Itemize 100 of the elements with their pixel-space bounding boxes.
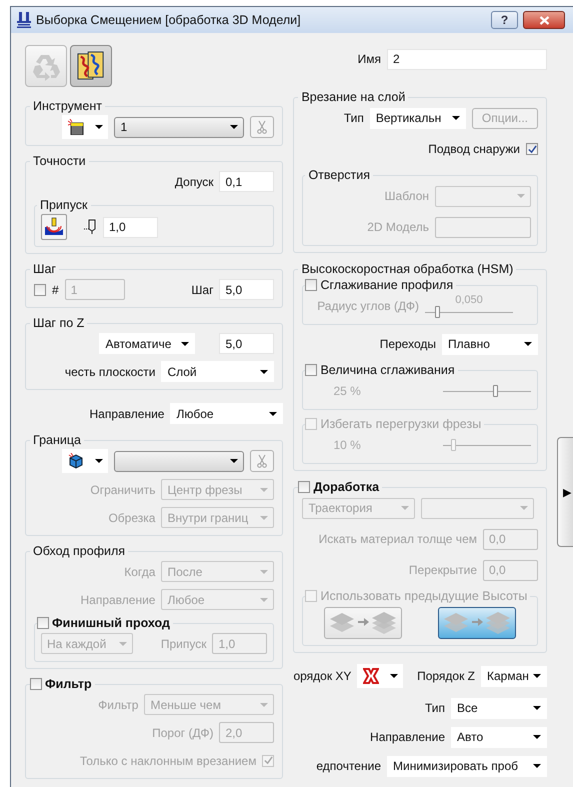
field-label: едпочтение — [316, 759, 381, 773]
caret-icon — [181, 342, 190, 346]
expand-tab[interactable]: ▶ — [557, 437, 573, 547]
slider-reading: 25 % — [332, 384, 361, 398]
caret-icon — [533, 735, 541, 739]
field-label: Переходы — [380, 337, 436, 351]
dropdown[interactable]: 1 — [114, 116, 244, 138]
field-label: Ограничить — [90, 482, 156, 496]
group-title: Шаг по Z — [32, 316, 86, 330]
slider-thumb[interactable] — [492, 385, 498, 397]
app-icon — [17, 12, 31, 28]
group-title: Обход профиля — [32, 544, 126, 558]
tool-icon — [68, 119, 84, 135]
caret-icon — [269, 412, 278, 416]
checkbox-label: Избегать перегрузки фрезы — [320, 417, 482, 431]
dropdown[interactable]: Автоматиче — [99, 333, 196, 354]
dropdown[interactable]: Минимизировать проб — [387, 756, 547, 776]
field-label: Фильтр — [98, 698, 138, 712]
tool-tip-icon — [83, 219, 97, 235]
dropdown[interactable]: Вертикальн — [370, 108, 466, 128]
slider-label: Радиус углов (ДФ) — [317, 299, 419, 313]
field-label: Когда — [124, 564, 156, 578]
group-title: Припуск — [39, 198, 89, 212]
caret-icon — [533, 674, 541, 678]
field-label: Направление — [89, 406, 164, 420]
group-title: Отверстия — [307, 168, 372, 182]
dropdown[interactable]: Любое — [170, 403, 284, 424]
caret-icon — [260, 598, 268, 602]
scissors-icon — [257, 120, 268, 134]
caret-icon — [119, 642, 127, 646]
input-field[interactable]: 1,0 — [103, 216, 158, 238]
checkbox[interactable] — [305, 364, 318, 376]
allowance-button[interactable] — [41, 214, 67, 240]
field-label: Имя — [358, 52, 381, 66]
checkbox-label: Фильтр — [45, 677, 92, 691]
checkbox-label: Доработка — [313, 480, 380, 494]
field-label: 2D Модель — [367, 220, 429, 234]
field-label: Порядок Z — [417, 669, 475, 683]
xy-order-dropdown[interactable] — [357, 664, 404, 688]
checkbox[interactable] — [298, 481, 310, 493]
checkbox-label: Финишный проход — [52, 616, 170, 630]
caret-icon — [260, 488, 268, 492]
scissors-icon — [257, 454, 268, 468]
field-label: Направление — [370, 730, 445, 744]
caret-icon — [390, 674, 398, 678]
caret-icon — [260, 702, 268, 706]
cross-pattern-icon — [363, 668, 380, 684]
input-field[interactable]: 0,1 — [219, 171, 274, 192]
caret-icon — [533, 764, 541, 768]
group-title: Точности — [32, 154, 87, 168]
help-button[interactable]: ? — [491, 11, 518, 29]
field-label: орядок XY — [293, 669, 352, 683]
field-label: Тип — [424, 701, 445, 715]
field-label: # — [52, 282, 59, 296]
field-label: Направление — [80, 592, 156, 606]
checkbox[interactable] — [526, 143, 538, 155]
input-field[interactable]: 5,0 — [219, 279, 274, 300]
group-title: Врезание на слой — [300, 90, 406, 104]
slider-thumb[interactable] — [435, 306, 440, 318]
checkbox[interactable] — [34, 284, 46, 296]
dropdown[interactable]: Слой — [161, 361, 274, 382]
window-title: Выборка Смещением [обработка 3D Модели] — [36, 13, 302, 27]
checkbox[interactable] — [305, 279, 318, 291]
caret-icon — [260, 570, 268, 574]
caret-icon — [95, 459, 104, 463]
checkbox-label: Сглаживание профиля — [320, 278, 454, 292]
field-label: Обрезка — [108, 510, 156, 524]
field-label: Допуск — [174, 174, 214, 188]
cube-icon — [68, 453, 84, 469]
dropdown[interactable]: Все — [451, 698, 547, 718]
dropdown[interactable]: Карман — [481, 666, 547, 686]
checkbox-label: Использовать предыдущие Высоты — [320, 589, 528, 603]
close-button[interactable] — [523, 11, 565, 29]
dropdown[interactable]: Авто — [451, 726, 547, 748]
group-title: Граница — [32, 433, 82, 447]
dropdown[interactable] — [114, 450, 244, 472]
caret-icon — [517, 194, 525, 198]
caret-icon — [520, 506, 528, 510]
caret-icon — [533, 706, 541, 710]
caret-icon — [260, 516, 268, 520]
boundary-dropdown[interactable] — [62, 449, 108, 473]
field-label: Искать материал толще чем — [318, 532, 477, 546]
input-field[interactable]: 5,0 — [219, 333, 274, 354]
field-label: Перекрытие — [408, 563, 477, 577]
toolbar-button[interactable] — [70, 45, 112, 87]
field-label: Припуск — [160, 636, 206, 650]
layers-icon — [328, 610, 398, 636]
caret-icon — [524, 342, 532, 346]
tool-dropdown[interactable] — [62, 115, 108, 139]
checkbox-label: Величина сглаживания — [320, 363, 455, 377]
caret-icon — [401, 506, 410, 510]
group-title: Инструмент — [32, 99, 103, 113]
close-icon — [538, 16, 550, 24]
input-field[interactable]: 2 — [387, 48, 547, 70]
slider-reading: 0,050 — [455, 294, 483, 306]
group-title: Высокоскоростная обработка (HSM) — [300, 262, 514, 276]
checkbox[interactable] — [37, 617, 49, 629]
dropdown[interactable]: Плавно — [442, 334, 538, 354]
checkbox[interactable] — [30, 678, 42, 690]
caret-icon — [230, 125, 238, 129]
